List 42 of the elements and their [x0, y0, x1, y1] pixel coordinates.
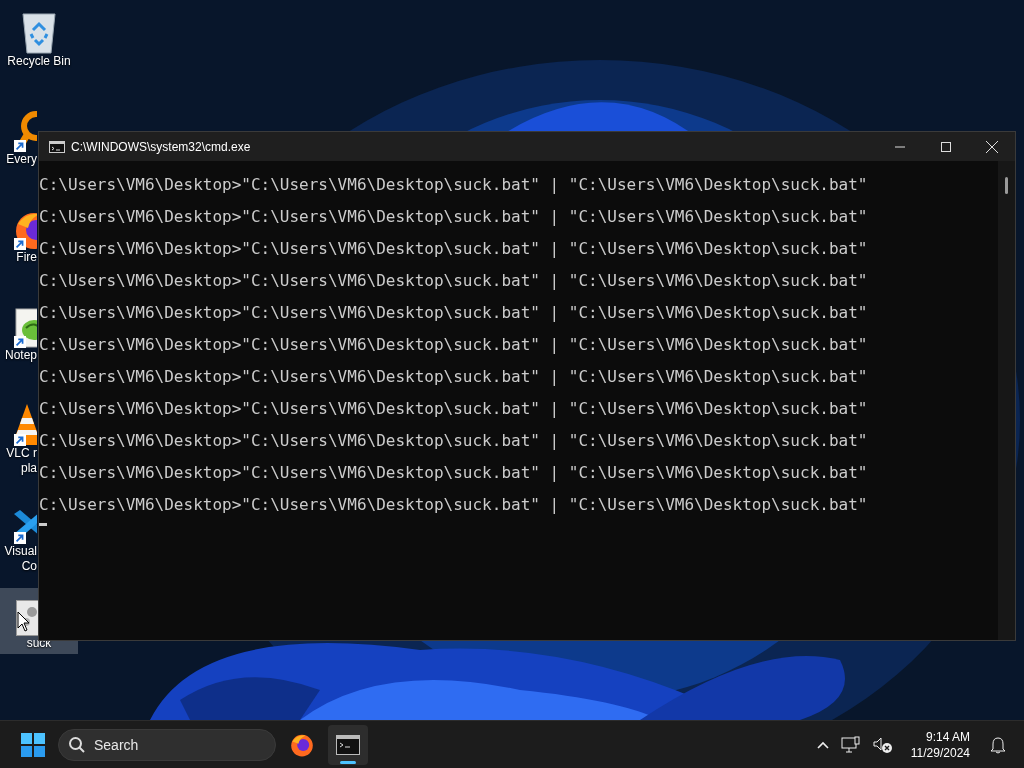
console-line: C:\Users\VM6\Desktop>"C:\Users\VM6\Desktop\suck.bat" | "C:\Users\VM6\Desktop\suck.bat" — [39, 303, 868, 322]
console-line: C:\Users\VM6\Desktop>"C:\Users\VM6\Desktop\suck.bat" | "C:\Users\VM6\Desktop\suck.bat" — [39, 175, 868, 194]
console-line: C:\Users\VM6\Desktop>"C:\Users\VM6\Desktop\suck.bat" | "C:\Users\VM6\Desktop\suck.bat" — [39, 495, 868, 514]
chevron-up-icon[interactable] — [816, 740, 829, 749]
text-cursor — [39, 523, 47, 526]
icon-label: VLC r — [6, 446, 37, 461]
console-line: C:\Users\VM6\Desktop>"C:\Users\VM6\Desktop\suck.bat" | "C:\Users\VM6\Desktop\suck.bat" — [39, 399, 868, 418]
close-icon — [986, 140, 998, 153]
console-line: C:\Users\VM6\Desktop>"C:\Users\VM6\Desktop\suck.bat" | "C:\Users\VM6\Desktop\suck.bat" — [39, 335, 868, 354]
search-field[interactable]: Search — [58, 728, 276, 761]
mouse-pointer-icon — [17, 611, 31, 633]
network-icon[interactable] — [840, 735, 861, 754]
window-title: C:\WINDOWS\system32\cmd.exe — [71, 139, 252, 154]
terminal-taskbar-button[interactable] — [328, 724, 368, 765]
icon-label: Visual — [4, 544, 37, 559]
console-line: C:\Users\VM6\Desktop>"C:\Users\VM6\Desktop\suck.bat" | "C:\Users\VM6\Desktop\suck.bat" — [39, 271, 868, 290]
clock-time[interactable]: 9:14 AM — [925, 728, 970, 745]
maximize-icon — [941, 141, 951, 152]
icon-label: Fire — [16, 250, 37, 265]
desktop-icon[interactable]: Recycle Bin — [0, 6, 78, 104]
console-line: C:\Users\VM6\Desktop>"C:\Users\VM6\Desktop\suck.bat" | "C:\Users\VM6\Desktop\suck.bat" — [39, 463, 868, 482]
console-line: C:\Users\VM6\Desktop>"C:\Users\VM6\Desktop\suck.bat" | "C:\Users\VM6\Desktop\suck.bat" — [39, 207, 868, 226]
scrollbar[interactable] — [998, 161, 1015, 640]
icon-label: Every — [6, 152, 37, 167]
icon-label: Recycle Bin — [7, 54, 71, 69]
console-icon — [49, 140, 65, 153]
icon-label: pla — [21, 461, 37, 476]
clock-date[interactable]: 11/29/2024 — [910, 744, 970, 761]
terminal-icon — [336, 734, 360, 755]
console-line: C:\Users\VM6\Desktop>"C:\Users\VM6\Desktop\suck.bat" | "C:\Users\VM6\Desktop\suck.bat" — [39, 239, 868, 258]
console-line: C:\Users\VM6\Desktop>"C:\Users\VM6\Desktop\suck.bat" | "C:\Users\VM6\Desktop\suck.bat" — [39, 431, 868, 450]
icon-label: suck — [26, 636, 52, 651]
recycle-bin-icon — [20, 10, 58, 54]
minimize-icon — [895, 145, 905, 148]
icon-label: Notep — [4, 348, 37, 363]
bell-icon[interactable] — [990, 735, 1006, 754]
console-line: C:\Users\VM6\Desktop>"C:\Users\VM6\Desktop\suck.bat" | "C:\Users\VM6\Desktop\suck.bat" — [39, 367, 868, 386]
scroll-thumb[interactable] — [1005, 177, 1008, 194]
firefox-icon — [290, 732, 314, 757]
search-icon — [68, 735, 86, 754]
icon-label: Co — [21, 559, 37, 574]
muted-speaker-icon[interactable] — [872, 735, 893, 754]
